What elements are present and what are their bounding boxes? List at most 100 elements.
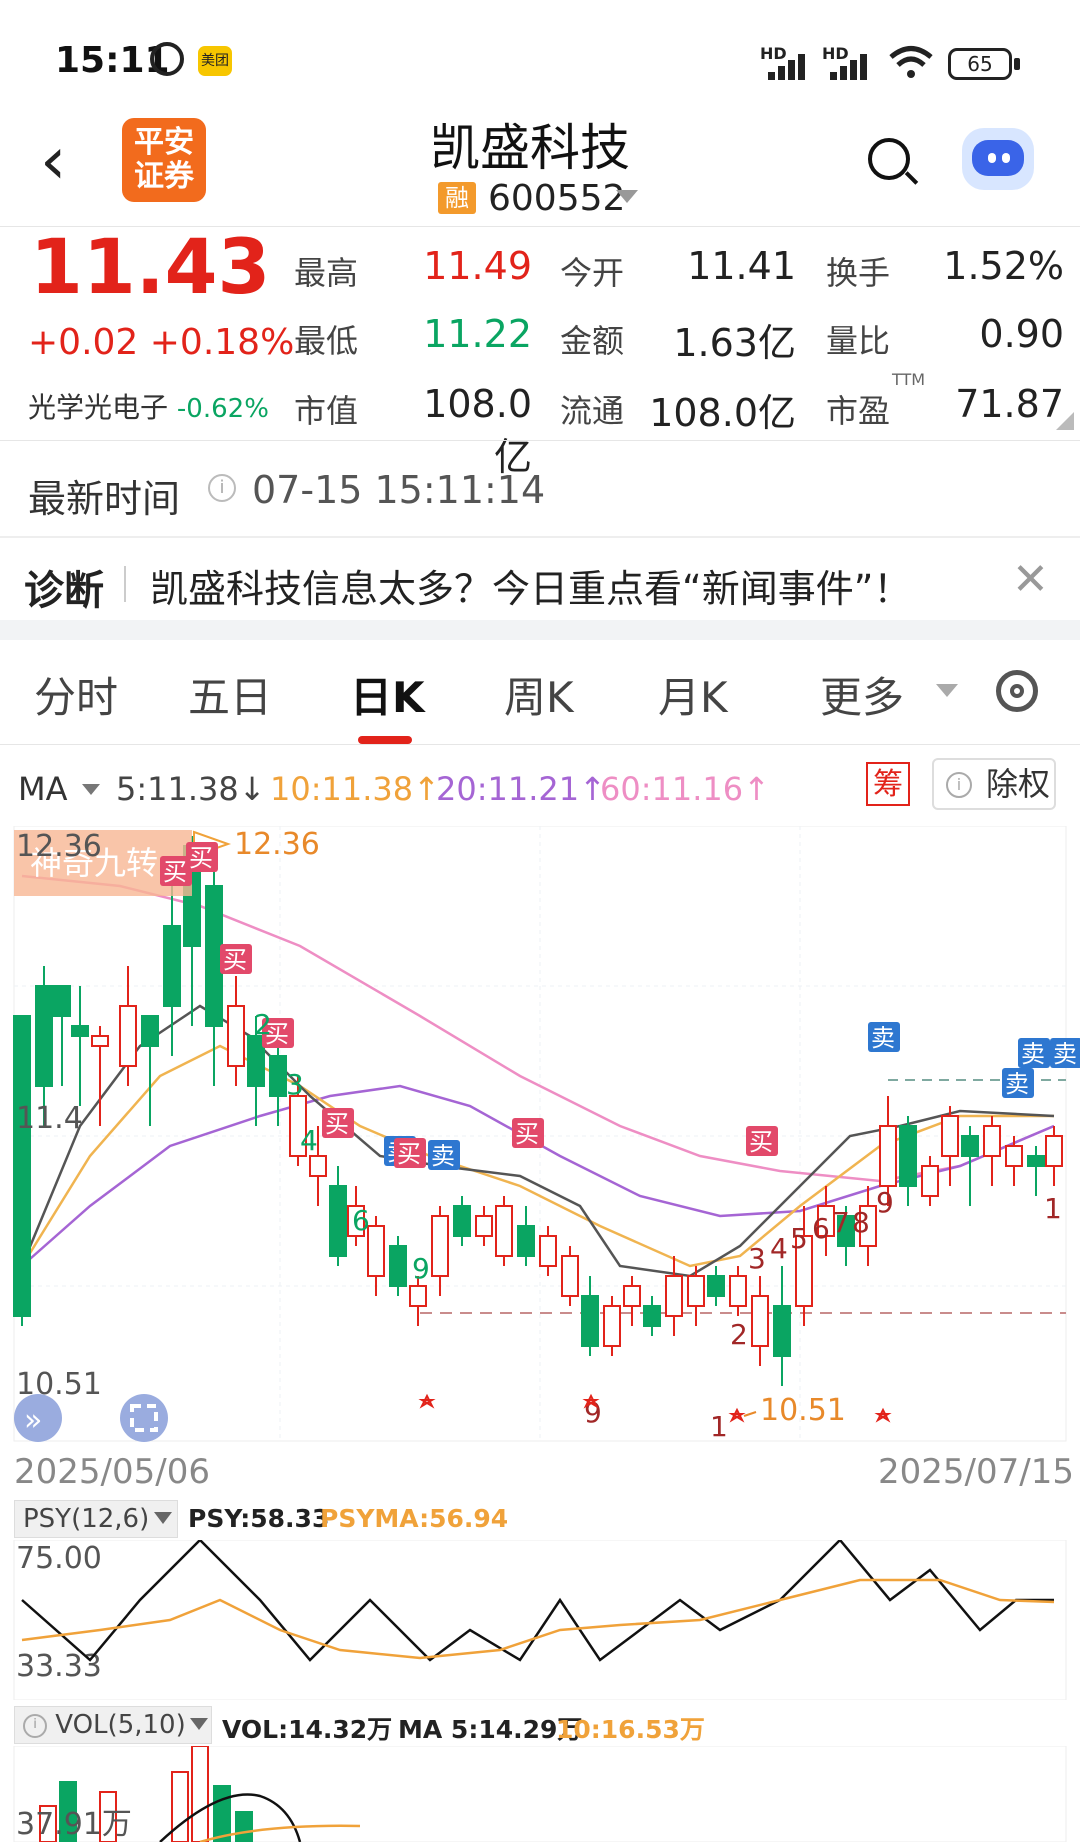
- label-float-cap: 流通: [560, 392, 625, 430]
- candle-body: [1045, 1135, 1063, 1167]
- signal-label: 买: [515, 1120, 539, 1148]
- signal-label: 卖: [1053, 1040, 1077, 1068]
- candle-body: [389, 1245, 407, 1287]
- sector-info[interactable]: 光学光电子 -0.62%: [28, 386, 269, 426]
- signal-label: 卖: [431, 1142, 455, 1170]
- candle-body: [309, 1155, 327, 1177]
- more-dropdown-icon[interactable]: [936, 684, 958, 697]
- info-icon: i: [946, 772, 972, 798]
- ai-assistant-icon[interactable]: [962, 128, 1034, 190]
- candle-body: [91, 1035, 109, 1047]
- candle-body: [665, 1275, 683, 1317]
- vol-dropdown-icon[interactable]: [190, 1718, 208, 1730]
- vol-value: VOL:14.32万: [222, 1715, 393, 1744]
- turn-count-label: 9: [412, 1252, 430, 1285]
- ex-rights-button[interactable]: i 除权: [932, 758, 1056, 810]
- vol-ma5-value: MA 5:14.29万: [398, 1715, 583, 1744]
- settings-gear-icon[interactable]: [996, 670, 1038, 712]
- code-dropdown-icon[interactable]: [616, 190, 638, 203]
- psyma-value: PSYMA:56.94: [320, 1504, 509, 1533]
- candle-body: [163, 925, 181, 1007]
- battery-tip: [1014, 58, 1020, 70]
- tabs-divider: [0, 744, 1080, 745]
- star-icon: [874, 1407, 892, 1423]
- ma10-value: 10:11.38↑: [270, 770, 440, 808]
- tab-monthly-k[interactable]: 月K: [658, 664, 728, 725]
- price-change: +0.02 +0.18%: [28, 322, 295, 363]
- tab-daily-k[interactable]: 日K: [350, 664, 425, 725]
- start-date: 2025/05/06: [14, 1452, 210, 1492]
- stock-code[interactable]: 600552: [488, 178, 625, 219]
- signal-label: 卖: [1005, 1070, 1029, 1098]
- candle-body: [35, 985, 53, 1087]
- chip-distribution-button[interactable]: 筹: [866, 762, 910, 806]
- min-marker-label: 10.51: [760, 1393, 846, 1428]
- ma20-value: 20:11.21↑: [436, 770, 606, 808]
- expand-corner-icon[interactable]: [1056, 412, 1074, 430]
- ma5-value: 5:11.38↓: [116, 770, 266, 808]
- candle-body: [941, 1115, 959, 1157]
- tab-intraday[interactable]: 分时: [34, 664, 118, 725]
- candle-body: [431, 1215, 449, 1277]
- label-market-cap: 市值: [294, 392, 359, 430]
- candle-body: [205, 885, 223, 1027]
- candle-body: [961, 1135, 979, 1157]
- battery-icon: 65: [948, 48, 1012, 80]
- candle-body: [751, 1295, 769, 1347]
- logo-line1: 平安: [134, 125, 194, 160]
- diagnosis-banner[interactable]: 凯盛科技信息太多？今日重点看“新闻事件”！: [150, 558, 911, 613]
- candle-body: [581, 1295, 599, 1347]
- turn-count-label: 4: [770, 1232, 788, 1265]
- value-low: 11.22: [423, 312, 532, 356]
- svg-text:»: »: [24, 1403, 42, 1438]
- last-price: 11.43: [30, 222, 271, 311]
- value-pe: 71.87: [955, 382, 1064, 426]
- broker-logo[interactable]: 平安 证券: [122, 118, 206, 202]
- candle-body: [227, 1005, 245, 1067]
- candle-body: [921, 1165, 939, 1197]
- volume-bar: [213, 1785, 231, 1842]
- turn-count-label: 8: [852, 1206, 870, 1239]
- ma-dropdown-icon[interactable]: [82, 784, 100, 795]
- candle-body: [773, 1305, 791, 1357]
- kline-chart[interactable]: 神奇九转 › 12.36 11.4 10.51 12.36 10.51 买买买买…: [0, 826, 1080, 1446]
- candle-body: [1027, 1155, 1045, 1167]
- info-icon[interactable]: i: [208, 474, 236, 502]
- value-market-cap: 108.0亿: [423, 382, 532, 479]
- value-open: 11.41: [687, 244, 796, 288]
- tab-five-day[interactable]: 五日: [188, 664, 272, 725]
- label-high: 最高: [294, 254, 359, 292]
- star-icon: [728, 1407, 746, 1423]
- signal-label: 买: [223, 946, 247, 974]
- max-marker-label: 12.36: [234, 827, 320, 862]
- value-amount: 1.63亿: [673, 321, 796, 365]
- candle-body: [71, 1025, 89, 1037]
- star-icon: [418, 1393, 436, 1409]
- candle-body: [453, 1205, 471, 1237]
- signal-label: 买: [163, 858, 187, 886]
- back-arrow-icon[interactable]: ‹: [40, 128, 66, 194]
- logo-line2: 证券: [134, 159, 194, 194]
- label-volume-ratio: 量比: [826, 322, 891, 360]
- candle-body: [539, 1235, 557, 1267]
- tab-weekly-k[interactable]: 周K: [504, 664, 574, 725]
- active-tab-indicator: [358, 736, 412, 744]
- candle-body: [13, 1015, 31, 1317]
- sector-name: 光学光电子: [28, 391, 169, 424]
- close-icon[interactable]: ✕: [1012, 554, 1049, 605]
- sector-change: -0.62%: [176, 394, 269, 424]
- candle-body: [729, 1275, 747, 1307]
- ex-rights-label: 除权: [986, 765, 1051, 803]
- candle-body: [119, 1005, 137, 1067]
- value-float-cap: 108.0亿: [649, 391, 796, 435]
- ma-label[interactable]: MA: [18, 770, 68, 808]
- candle-body: [603, 1305, 621, 1347]
- psy-dropdown-icon[interactable]: [154, 1512, 172, 1524]
- signal-bars-icon: [830, 50, 880, 80]
- vol-selector[interactable]: i VOL(5,10): [14, 1706, 212, 1744]
- volume-chart: 37.91万: [13, 1746, 1067, 1842]
- tab-more[interactable]: 更多: [820, 664, 904, 725]
- quote-divider: [0, 440, 1080, 441]
- candle-body: [53, 985, 71, 1017]
- turn-count-label: 9: [876, 1186, 894, 1219]
